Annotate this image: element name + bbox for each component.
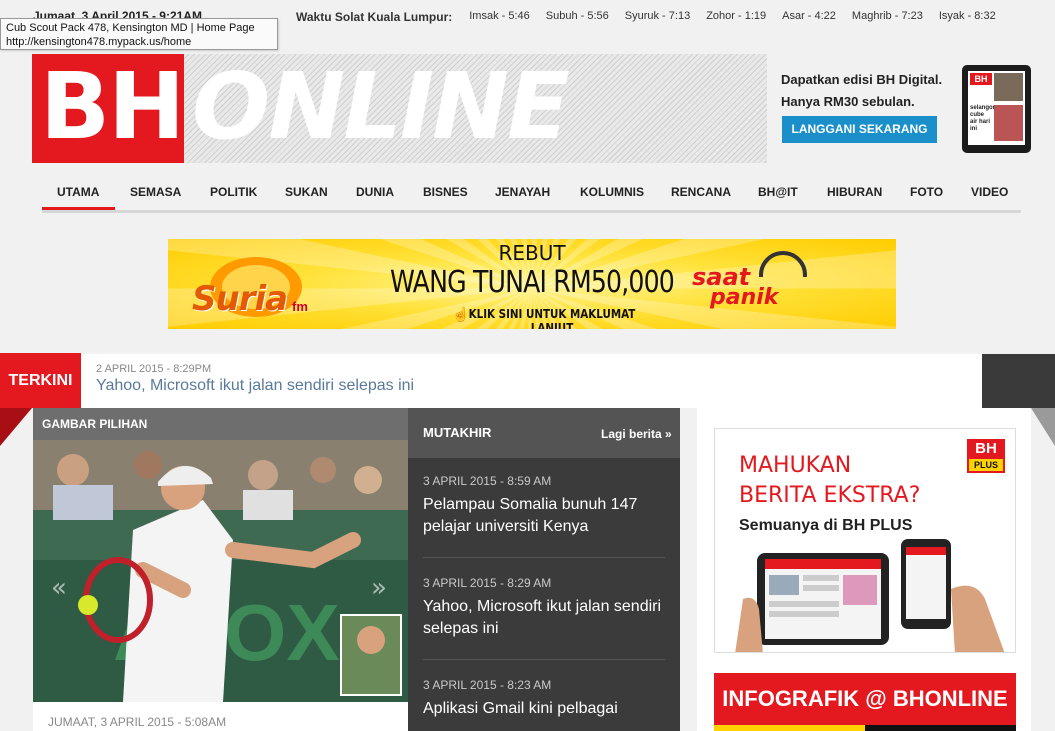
featured-photo-date: JUMAAT, 3 APRIL 2015 - 5:08AM — [48, 715, 227, 729]
svg-text:«: « — [51, 573, 67, 603]
nav-item-foto[interactable]: FOTO — [910, 185, 943, 199]
news-item-title[interactable]: Pelampau Somalia bunuh 147 pelajar unive… — [423, 494, 673, 538]
prayer-time-imsak: Imsak - 5:46 — [469, 10, 530, 22]
bh-plus-badge: BH PLUS — [967, 439, 1005, 473]
nav-item-jenayah[interactable]: JENAYAH — [495, 185, 550, 199]
suria-fm-banner-ad[interactable]: Suria fm REBUT WANG TUNAI RM50,000 ☝ KLI… — [168, 239, 896, 329]
bh-plus-badge-bottom: PLUS — [969, 459, 1003, 471]
logo-online-block: ONLINE — [184, 53, 767, 163]
tablet-bh-logo: BH — [970, 73, 992, 85]
bh-online-logo[interactable]: BH ONLINE — [32, 53, 767, 163]
tablet-caption: selangor cube air hari ini — [970, 105, 996, 132]
news-item[interactable]: 3 APRIL 2015 - 8:29 AM Yahoo, Microsoft … — [423, 576, 673, 640]
terkini-fold-decoration — [0, 408, 32, 446]
promo-line-1: Dapatkan edisi BH Digital. — [781, 72, 943, 87]
news-item-title[interactable]: Yahoo, Microsoft ikut jalan sendiri sele… — [423, 596, 673, 640]
infografik-stripe — [714, 725, 1016, 731]
nav-item-semasa[interactable]: SEMASA — [130, 185, 181, 199]
nav-item-rencana[interactable]: RENCANA — [671, 185, 731, 199]
bh-plus-headline-1: MAHUKAN — [739, 453, 852, 478]
mutakhir-title: MUTAKHIR — [423, 425, 492, 440]
bh-plus-headline-2: BERITA EKSTRA? — [739, 483, 921, 508]
bh-plus-badge-top: BH — [975, 440, 997, 457]
news-item-title[interactable]: Aplikasi Gmail kini pelbagai — [423, 698, 673, 720]
terkini-right-block — [982, 354, 1055, 408]
panik-text: panik — [710, 285, 779, 310]
logo-bh-block: BH — [32, 53, 185, 163]
tablet-photo — [994, 73, 1023, 101]
news-item-time: 3 APRIL 2015 - 8:59 AM — [423, 474, 552, 488]
prayer-time-isyak: Isyak - 8:32 — [938, 10, 996, 22]
news-item-time: 3 APRIL 2015 - 8:23 AM — [423, 678, 552, 692]
nav-item-bisnes[interactable]: BISNES — [423, 185, 468, 199]
tablet-photo-2 — [994, 105, 1023, 141]
nav-item-sukan[interactable]: SUKAN — [285, 185, 328, 199]
nav-item-dunia[interactable]: DUNIA — [356, 185, 394, 199]
nav-item-bhit[interactable]: BH@IT — [758, 185, 798, 199]
news-item[interactable]: 3 APRIL 2015 - 8:23 AM Aplikasi Gmail ki… — [423, 678, 673, 720]
bh-plus-ad[interactable]: BH PLUS MAHUKAN BERITA EKSTRA? Semuanya … — [714, 428, 1016, 653]
terkini-headline-link[interactable]: Yahoo, Microsoft ikut jalan sendiri sele… — [96, 377, 414, 395]
prayer-time-syuruk: Syuruk - 7:13 — [624, 10, 691, 22]
promo-line-2: Hanya RM30 sebulan. — [781, 94, 915, 109]
infografik-label: INFOGRAFIK @ BHONLINE — [722, 686, 1008, 711]
prayer-time-zohor: Zohor - 1:19 — [706, 10, 767, 22]
suria-fm-suffix: fm — [292, 299, 308, 314]
bh-plus-headline: MAHUKAN BERITA EKSTRA? — [739, 451, 920, 511]
digital-edition-tablet-image[interactable]: BH selangor cube air hari ini — [962, 65, 1031, 153]
bh-plus-subtitle: Semuanya di BH PLUS — [739, 517, 913, 534]
svg-text:»: » — [371, 573, 387, 603]
link-tooltip: Cub Scout Pack 478, Kensington MD | Home… — [0, 18, 278, 50]
nav-item-video[interactable]: VIDEO — [971, 185, 1008, 199]
nav-item-kolumnis[interactable]: KOLUMNIS — [580, 185, 644, 199]
subscribe-button[interactable]: LANGGANI SEKARANG — [782, 116, 937, 143]
prayer-times: Waktu Solat Kuala Lumpur: Imsak - 5:46 S… — [296, 10, 1012, 24]
prayer-time-subuh: Subuh - 5:56 — [545, 10, 609, 22]
terkini-timestamp: 2 APRIL 2015 - 8:29PM — [96, 363, 212, 375]
nav-item-hiburan[interactable]: HIBURAN — [827, 185, 882, 199]
gambar-pilihan-header: GAMBAR PILIHAN — [33, 408, 408, 440]
digital-edition-promo: Dapatkan edisi BH Digital. Hanya RM30 se… — [781, 69, 961, 113]
main-navigation: UTAMA SEMASA POLITIK SUKAN DUNIA BISNES … — [42, 178, 1021, 213]
featured-photo[interactable]: AXOX « » — [33, 440, 408, 702]
tablet-phone-illustration — [735, 539, 1005, 652]
tooltip-url: http://kensington478.mypack.us/home — [6, 36, 192, 48]
news-divider — [423, 557, 665, 558]
infografik-banner[interactable]: INFOGRAFIK @ BHONLINE — [714, 673, 1016, 731]
prayer-time-asar: Asar - 4:22 — [782, 10, 836, 22]
tablet-screen: BH selangor cube air hari ini — [968, 71, 1025, 145]
news-item-time: 3 APRIL 2015 - 8:29 AM — [423, 576, 552, 590]
prayer-times-title: Waktu Solat Kuala Lumpur: — [296, 10, 453, 24]
banner-line-click: KLIK SINI UNTUK MAKLUMAT LANJUT — [468, 307, 636, 329]
prayer-time-maghrib: Maghrib - 7:23 — [851, 10, 923, 22]
nav-active-indicator — [42, 207, 115, 210]
more-news-link[interactable]: Lagi berita » — [601, 427, 672, 441]
nav-item-utama[interactable]: UTAMA — [57, 185, 99, 199]
news-item[interactable]: 3 APRIL 2015 - 8:59 AM Pelampau Somalia … — [423, 474, 673, 538]
terkini-label: TERKINI — [0, 353, 81, 408]
terkini-right-fold-decoration — [1031, 408, 1055, 446]
logo-bh-text: BH — [40, 53, 185, 160]
nav-item-politik[interactable]: POLITIK — [210, 185, 257, 199]
tennis-player-photo: AXOX « » — [33, 440, 408, 702]
tooltip-title: Cub Scout Pack 478, Kensington MD | Home… — [6, 22, 255, 34]
stopwatch-icon — [759, 251, 807, 277]
logo-online-text: ONLINE — [192, 53, 570, 160]
news-divider — [423, 659, 665, 660]
